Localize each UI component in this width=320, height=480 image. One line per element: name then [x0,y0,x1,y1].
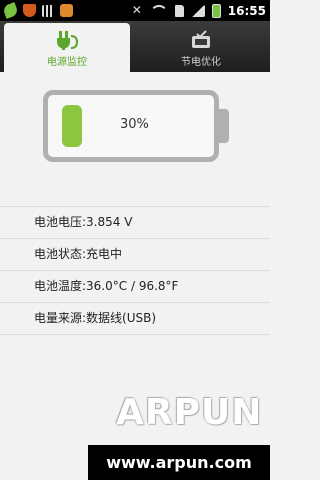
battery-outline: 30% [43,90,219,162]
battery-terminal [219,109,229,143]
battery-display: 30% [0,72,270,178]
mute-icon: ✕ [131,3,142,17]
tv-check-icon [192,30,210,48]
gear-icon [60,4,73,17]
watermark-url: www.arpun.com [88,445,270,480]
signal-bars-icon [42,4,54,17]
temperature-row: 电池温度:36.0°C / 96.8°F [0,270,270,302]
tab-power-saving[interactable]: 节电优化 [136,23,266,72]
wifi-icon [149,4,168,17]
tab-power-monitor[interactable]: 电源监控 [4,23,130,72]
cell-signal-icon [190,4,205,17]
tab-bar: 电源监控 节电优化 [0,21,270,72]
tab-label: 电源监控 [47,57,87,68]
status-left-icons [2,2,73,19]
status-right-icons: ✕ 16:55 [132,2,266,19]
leaf-icon [2,2,19,19]
shield-icon [23,4,36,17]
source-row: 电量来源:数据线(USB) [0,302,270,335]
status-bar: ✕ 16:55 [0,0,270,21]
battery-info-list: 电池电压:3.854 V 电池状态:充电中 电池温度:36.0°C / 96.8… [0,206,270,335]
status-row: 电池状态:充电中 [0,238,270,270]
tab-label: 节电优化 [181,57,221,68]
battery-icon [211,3,221,18]
voltage-row: 电池电压:3.854 V [0,206,270,238]
battery-percent: 30% [120,117,149,132]
power-plug-icon [57,31,79,50]
watermark-title: ARPUN [116,392,263,433]
sd-card-icon [174,4,184,17]
clock: 16:55 [227,3,266,18]
battery-level-fill [62,105,82,147]
